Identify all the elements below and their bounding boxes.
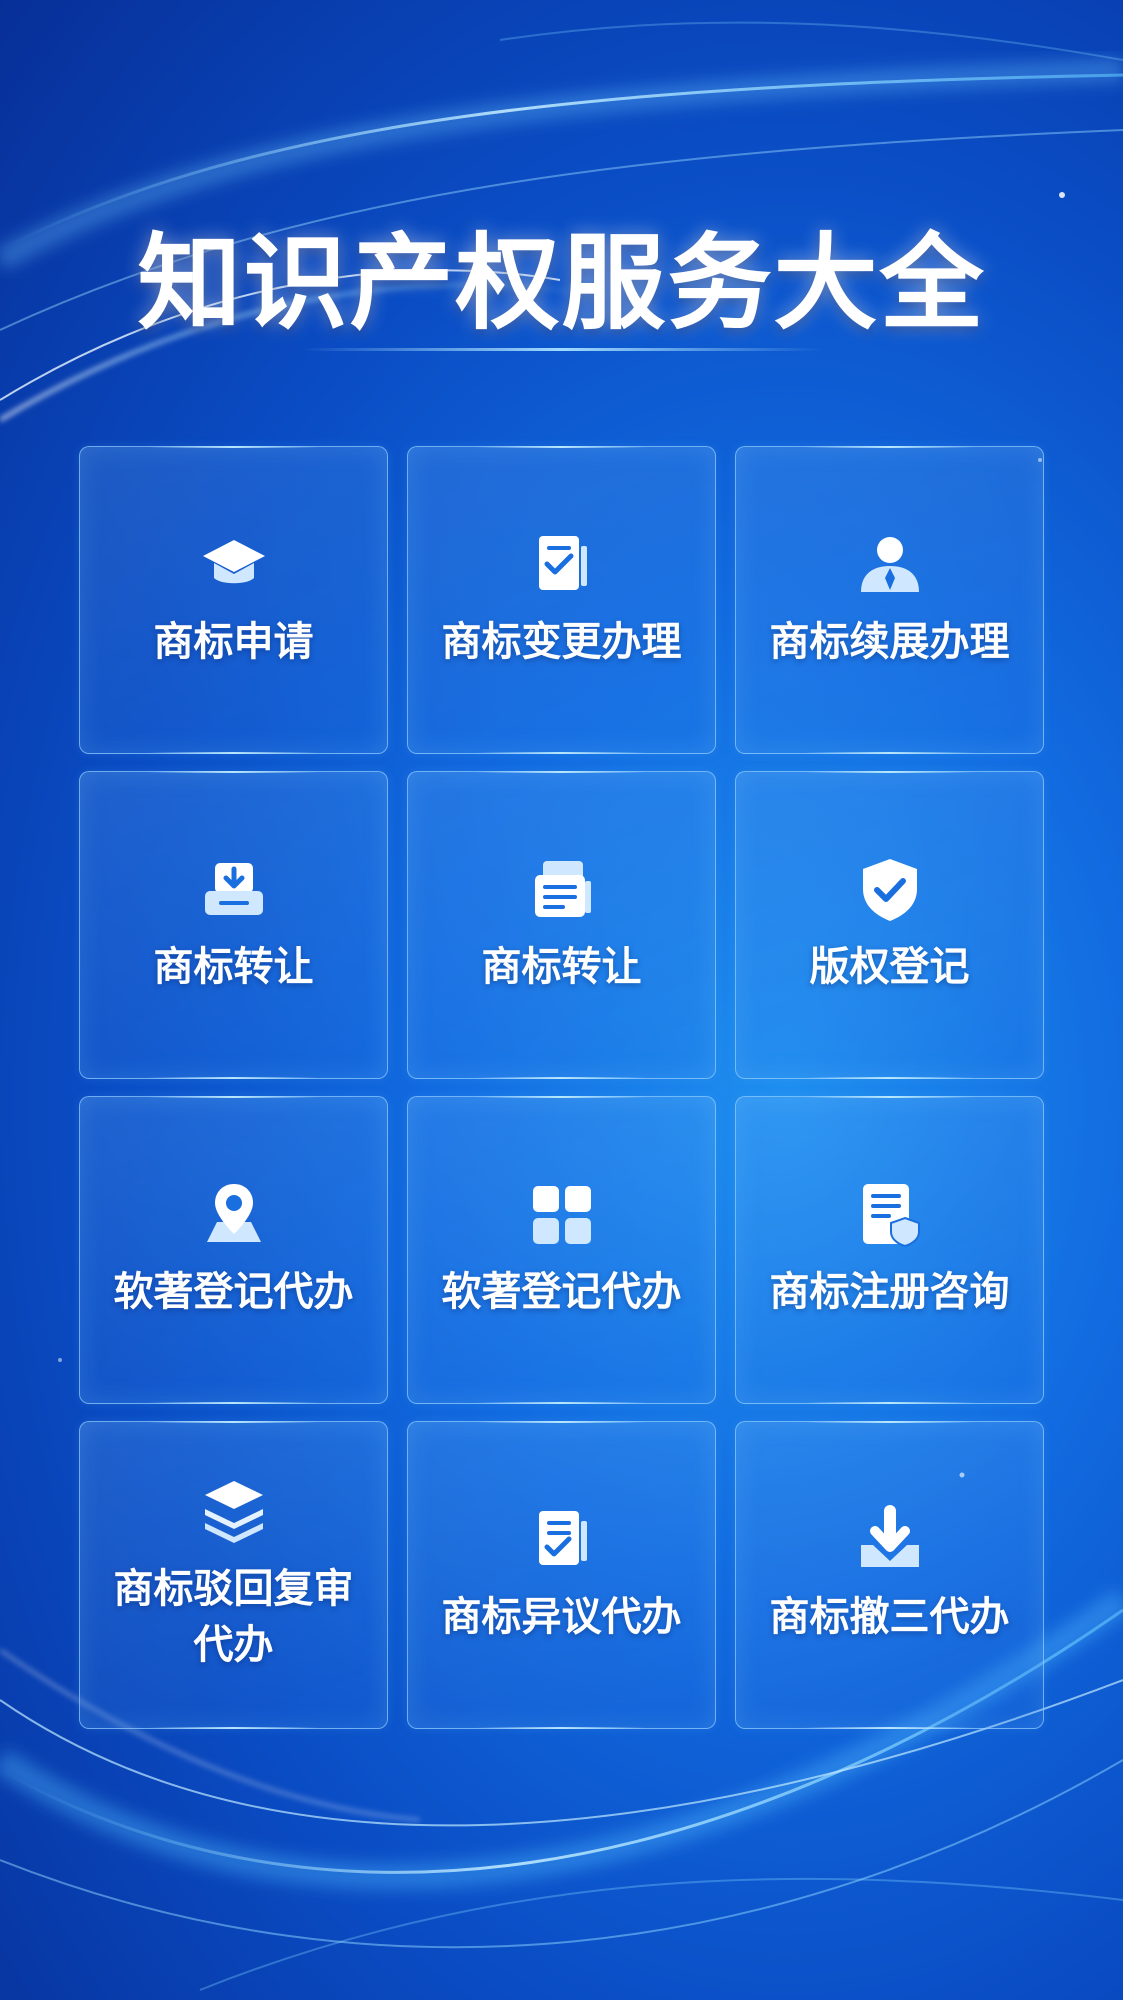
service-card-software-copyright-1[interactable]: 软著登记代办 xyxy=(79,1096,388,1404)
service-card-trademark-renewal[interactable]: 商标续展办理 xyxy=(735,446,1044,754)
service-grid: 商标申请 商标变更办理 商标续展办理 商标转让 商标转让 版权登记 软著登记代办… xyxy=(79,446,1044,1729)
page-title: 知识产权服务大全 xyxy=(137,222,986,344)
location-pin-icon xyxy=(199,1180,269,1250)
service-card-trademark-transfer-1[interactable]: 商标转让 xyxy=(79,771,388,1079)
person-icon xyxy=(855,530,925,600)
layers-icon xyxy=(199,1477,269,1547)
service-label: 商标注册咨询 xyxy=(769,1269,1010,1315)
service-label: 商标撤三代办 xyxy=(769,1594,1010,1640)
service-card-trademark-cancellation[interactable]: 商标撤三代办 xyxy=(735,1421,1044,1729)
service-label: 商标转让 xyxy=(481,944,642,990)
service-card-trademark-consulting[interactable]: 商标注册咨询 xyxy=(735,1096,1044,1404)
service-card-software-copyright-2[interactable]: 软著登记代办 xyxy=(407,1096,716,1404)
grid-icon xyxy=(527,1180,597,1250)
document-check-icon xyxy=(527,530,597,600)
download-tray-icon xyxy=(855,1505,925,1575)
service-label: 软著登记代办 xyxy=(113,1269,354,1315)
document-check-icon xyxy=(527,1505,597,1575)
service-card-trademark-transfer-2[interactable]: 商标转让 xyxy=(407,771,716,1079)
service-card-trademark-opposition[interactable]: 商标异议代办 xyxy=(407,1421,716,1729)
service-label: 软著登记代办 xyxy=(441,1269,682,1315)
service-card-trademark-change[interactable]: 商标变更办理 xyxy=(407,446,716,754)
service-label: 版权登记 xyxy=(809,944,970,990)
service-label: 商标变更办理 xyxy=(441,619,682,665)
inbox-download-icon xyxy=(199,855,269,925)
service-label: 商标转让 xyxy=(153,944,314,990)
service-label: 商标申请 xyxy=(153,619,314,665)
document-stack-icon xyxy=(527,855,597,925)
service-label: 商标驳回复审代办 xyxy=(113,1566,354,1668)
service-label: 商标续展办理 xyxy=(769,619,1010,665)
service-card-trademark-application[interactable]: 商标申请 xyxy=(79,446,388,754)
service-card-copyright-registration[interactable]: 版权登记 xyxy=(735,771,1044,1079)
shield-check-icon xyxy=(855,855,925,925)
graduation-cap-icon xyxy=(199,530,269,600)
title-underline xyxy=(300,348,823,351)
document-shield-icon xyxy=(855,1180,925,1250)
service-card-trademark-rejection-review[interactable]: 商标驳回复审代办 xyxy=(79,1421,388,1729)
service-label: 商标异议代办 xyxy=(441,1594,682,1640)
